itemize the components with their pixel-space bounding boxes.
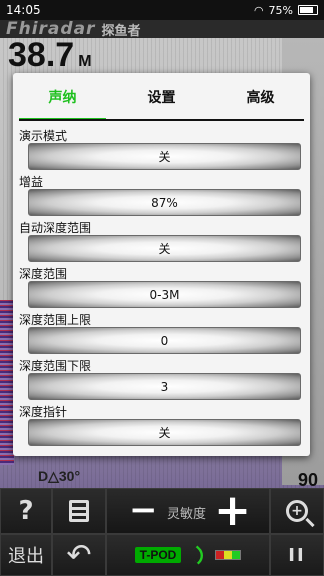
settings-dialog: 声纳 设置 高级 演示模式 关 增益 87% 自动深度范围 关 深度范围 0-3… <box>13 73 310 456</box>
help-button[interactable]: ? <box>0 488 52 534</box>
status-bar: 14:05 ◠ 75% <box>0 0 324 20</box>
depth-unit: M <box>78 53 92 70</box>
brand-name-cn: 探鱼者 <box>101 23 141 39</box>
device-battery-icon <box>215 550 242 560</box>
sensitivity-minus-button[interactable]: − <box>129 493 158 527</box>
setting-depth-pointer: 深度指针 关 <box>13 401 310 447</box>
setting-label: 深度范围上限 <box>19 313 92 327</box>
setting-depth-range-lower: 深度范围下限 3 <box>13 355 310 401</box>
setting-depth-range-upper: 深度范围上限 0 <box>13 309 310 355</box>
setting-gain: 增益 87% <box>13 171 310 217</box>
zoom-in-icon: + <box>286 500 308 522</box>
bottom-toolbar: ? − 灵敏度 + + 退出 ↶ T-POD II <box>0 488 324 576</box>
tab-sonar[interactable]: 声纳 <box>13 73 112 121</box>
settings-list: 演示模式 关 增益 87% 自动深度范围 关 深度范围 0-3M 深度范围上限 … <box>13 125 310 447</box>
sensitivity-plus-button[interactable]: + <box>214 489 251 533</box>
auto-depth-range-toggle[interactable]: 关 <box>28 235 301 262</box>
exit-button[interactable]: 退出 <box>0 534 52 576</box>
setting-label: 深度范围下限 <box>19 359 92 373</box>
device-status: T-POD <box>106 534 270 576</box>
back-arrow-icon: ↶ <box>66 537 92 573</box>
tab-settings[interactable]: 设置 <box>112 73 211 121</box>
sonar-mode-label: D△30° <box>38 468 81 484</box>
depth-range-lower-selector[interactable]: 3 <box>28 373 301 400</box>
sensitivity-control: − 灵敏度 + <box>106 488 270 534</box>
setting-label: 演示模式 <box>19 129 68 143</box>
battery-percent: 75% <box>268 3 293 17</box>
wifi-icon: ◠ <box>253 3 264 17</box>
menu-button[interactable] <box>52 488 106 534</box>
sensitivity-label: 灵敏度 <box>167 507 207 522</box>
tpod-badge: T-POD <box>134 547 182 563</box>
setting-auto-depth-range: 自动深度范围 关 <box>13 217 310 263</box>
signal-icon <box>188 545 208 565</box>
setting-depth-range: 深度范围 0-3M <box>13 263 310 309</box>
settings-tabs: 声纳 设置 高级 <box>13 73 310 121</box>
tab-divider <box>19 119 304 121</box>
depth-range-selector[interactable]: 0-3M <box>28 281 301 308</box>
demo-mode-toggle[interactable]: 关 <box>28 143 301 170</box>
setting-label: 增益 <box>19 175 44 189</box>
zoom-button[interactable]: + <box>270 488 324 534</box>
depth-readout: 38.7 M <box>8 36 92 75</box>
setting-label: 自动深度范围 <box>19 221 92 235</box>
depth-range-upper-selector[interactable]: 0 <box>28 327 301 354</box>
help-icon: ? <box>18 496 34 526</box>
setting-label: 深度范围 <box>19 267 68 281</box>
tab-advanced[interactable]: 高级 <box>211 73 310 121</box>
depth-pointer-toggle[interactable]: 关 <box>28 419 301 446</box>
sonar-seabed-echo <box>0 300 14 465</box>
gain-selector[interactable]: 87% <box>28 189 301 216</box>
pause-button[interactable]: II <box>270 534 324 576</box>
list-icon <box>69 500 89 522</box>
pause-icon: II <box>288 544 306 566</box>
setting-label: 深度指针 <box>19 405 68 419</box>
status-time: 14:05 <box>6 3 41 17</box>
depth-value: 38.7 <box>8 36 75 74</box>
back-button[interactable]: ↶ <box>52 534 106 576</box>
exit-label: 退出 <box>8 546 44 567</box>
setting-demo-mode: 演示模式 关 <box>13 125 310 171</box>
battery-icon <box>298 5 318 15</box>
